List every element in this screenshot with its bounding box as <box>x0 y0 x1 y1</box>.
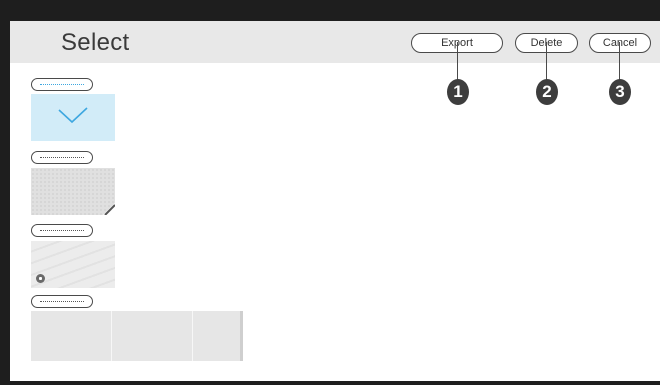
tag-placeholder-dots <box>40 301 84 302</box>
content-tag-1 <box>31 78 93 91</box>
content-tag-3 <box>31 224 93 237</box>
lock-icon <box>36 274 45 283</box>
tag-placeholder-dots <box>40 230 84 231</box>
check-icon <box>58 107 88 124</box>
content-tag-2 <box>31 151 93 164</box>
tag-placeholder-dots <box>40 84 84 85</box>
thumbnail-edge <box>240 311 243 361</box>
tag-placeholder-dots <box>40 157 84 158</box>
corner-icon <box>103 203 115 215</box>
thumbnail-divider <box>192 311 193 361</box>
content-thumbnail-2[interactable] <box>31 168 115 215</box>
content-tag-4 <box>31 295 93 308</box>
cancel-button[interactable]: Cancel <box>589 33 651 53</box>
callout-1: 1 <box>447 79 469 105</box>
header-bar: Select Export Delete Cancel <box>10 21 660 63</box>
callout-line-2 <box>546 42 547 82</box>
callout-3: 3 <box>609 79 631 105</box>
callout-line-1 <box>457 42 458 82</box>
content-thumbnail-4[interactable] <box>31 311 243 361</box>
thumbnail-divider <box>111 311 112 361</box>
content-thumbnail-1[interactable] <box>31 94 115 141</box>
page-title: Select <box>61 29 130 56</box>
callout-2: 2 <box>536 79 558 105</box>
content-thumbnail-3[interactable] <box>31 241 115 288</box>
callout-line-3 <box>619 42 620 82</box>
